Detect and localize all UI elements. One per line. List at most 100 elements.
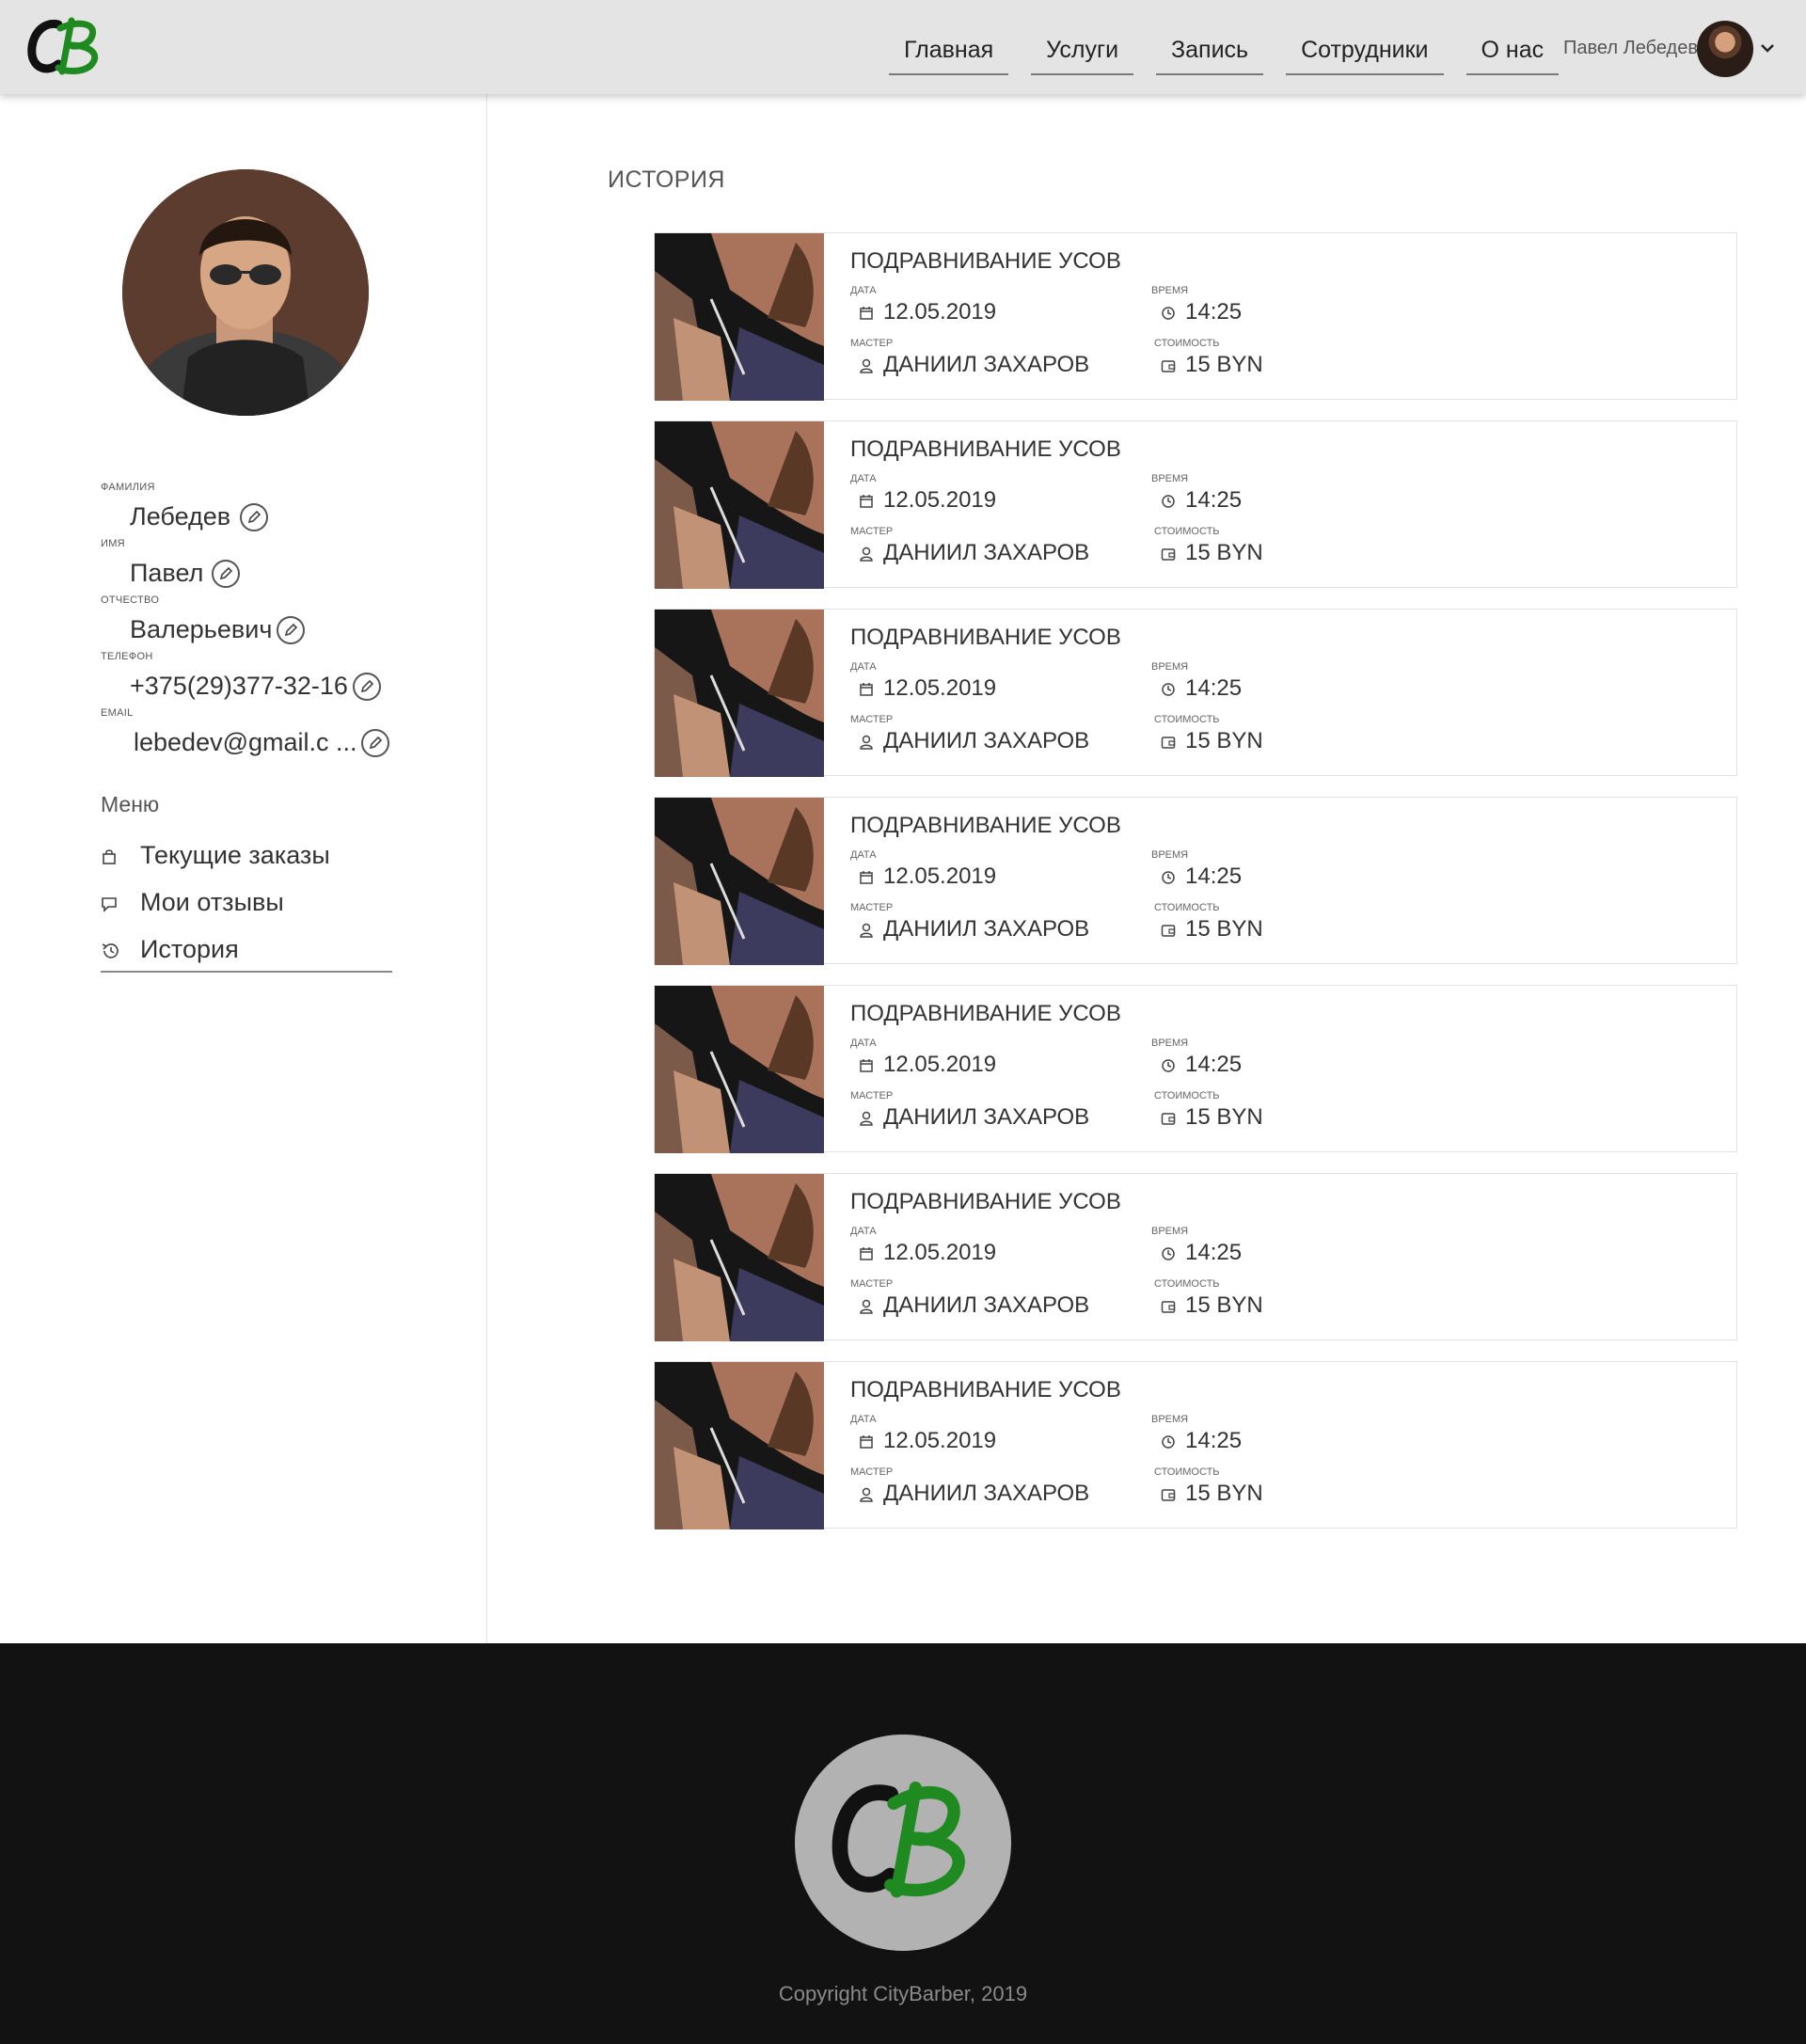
edit-email-button[interactable]: [361, 729, 389, 757]
clock-icon: [1162, 307, 1175, 320]
date-label: ДАТА: [850, 1414, 877, 1425]
order-date: 12.05.2019: [883, 864, 997, 889]
calendar-icon: [860, 1059, 873, 1072]
service-name: ПОДРАВНИВАНИЕ УСОВ: [850, 813, 1121, 838]
surname-value: Лебедев: [130, 502, 231, 531]
master-name: ДАНИИЛ ЗАХАРОВ: [883, 352, 1090, 377]
email-label: Email: [101, 707, 134, 719]
price-label: СТОИМОСТЬ: [1154, 714, 1220, 725]
service-photo: [655, 610, 824, 777]
date-label: ДАТА: [850, 1038, 877, 1049]
time-label: ВРЕМЯ: [1151, 285, 1189, 296]
price-label: СТОИМОСТЬ: [1154, 902, 1220, 913]
order-time: 14:25: [1185, 1052, 1243, 1077]
edit-surname-button[interactable]: [240, 503, 268, 531]
wallet-icon: [1161, 1489, 1176, 1501]
wallet-icon: [1161, 360, 1176, 372]
master-label: МАСТЕР: [850, 1278, 894, 1290]
calendar-icon: [860, 1435, 873, 1449]
order-date: 12.05.2019: [883, 299, 997, 325]
time-label: ВРЕМЯ: [1151, 661, 1189, 673]
menu-history[interactable]: История: [101, 933, 392, 973]
service-name: ПОДРАВНИВАНИЕ УСОВ: [850, 1189, 1121, 1214]
edit-name-button[interactable]: [212, 560, 240, 588]
master-name: ДАНИИЛ ЗАХАРОВ: [883, 916, 1090, 942]
top-header: Главная Услуги Запись Сотрудники О нас П…: [0, 0, 1806, 94]
header-user-name[interactable]: Павел Лебедев: [1563, 38, 1698, 59]
service-name: ПОДРАВНИВАНИЕ УСОВ: [850, 1377, 1121, 1402]
order-date: 12.05.2019: [883, 487, 997, 513]
price-label: СТОИМОСТЬ: [1154, 338, 1220, 349]
order-time: 14:25: [1185, 675, 1243, 701]
date-label: ДАТА: [850, 661, 877, 673]
user-icon: [860, 1487, 873, 1502]
master-label: МАСТЕР: [850, 902, 894, 913]
order-time: 14:25: [1185, 864, 1243, 889]
nav-staff[interactable]: Сотрудники: [1286, 28, 1444, 75]
logo[interactable]: [23, 13, 113, 81]
history-card[interactable]: ПОДРАВНИВАНИЕ УСОВ ДАТА 12.05.2019 ВРЕМЯ…: [654, 609, 1737, 777]
service-photo: [655, 798, 824, 965]
edit-patronymic-button[interactable]: [277, 616, 305, 644]
master-label: МАСТЕР: [850, 714, 894, 725]
menu-current-orders[interactable]: Текущие заказы: [101, 839, 392, 877]
order-date: 12.05.2019: [883, 1052, 997, 1077]
menu-history-label: История: [140, 935, 239, 963]
order-date: 12.05.2019: [883, 1240, 997, 1265]
calendar-icon: [860, 871, 873, 884]
master-name: ДАНИИЛ ЗАХАРОВ: [883, 1481, 1090, 1506]
history-card[interactable]: ПОДРАВНИВАНИЕ УСОВ ДАТА 12.05.2019 ВРЕМЯ…: [654, 1173, 1737, 1341]
service-photo: [655, 986, 824, 1153]
clock-icon: [1162, 871, 1175, 884]
history-card[interactable]: ПОДРАВНИВАНИЕ УСОВ ДАТА 12.05.2019 ВРЕМЯ…: [654, 232, 1737, 401]
history-card[interactable]: ПОДРАВНИВАНИЕ УСОВ ДАТА 12.05.2019 ВРЕМЯ…: [654, 797, 1737, 965]
header-avatar[interactable]: [1697, 21, 1753, 77]
price-label: СТОИМОСТЬ: [1154, 526, 1220, 537]
service-name: ПОДРАВНИВАНИЕ УСОВ: [850, 248, 1121, 274]
date-label: ДАТА: [850, 1226, 877, 1237]
order-time: 14:25: [1185, 299, 1243, 325]
order-date: 12.05.2019: [883, 1428, 997, 1453]
order-price: 15 BYN: [1185, 540, 1263, 565]
service-photo: [655, 1174, 824, 1341]
edit-phone-button[interactable]: [353, 673, 381, 701]
price-label: СТОИМОСТЬ: [1154, 1278, 1220, 1290]
patronymic-value: Валерьевич: [130, 615, 273, 643]
order-price: 15 BYN: [1185, 1104, 1263, 1130]
footer-logo: [795, 1735, 1011, 1951]
history-card[interactable]: ПОДРАВНИВАНИЕ УСОВ ДАТА 12.05.2019 ВРЕМЯ…: [654, 1361, 1737, 1529]
price-label: СТОИМОСТЬ: [1154, 1466, 1220, 1478]
nav-services[interactable]: Услуги: [1031, 28, 1134, 75]
master-label: МАСТЕР: [850, 338, 894, 349]
price-label: СТОИМОСТЬ: [1154, 1090, 1220, 1101]
chevron-down-icon[interactable]: [1759, 41, 1776, 55]
user-icon: [860, 1299, 873, 1314]
clock-icon: [1162, 495, 1175, 508]
wallet-icon: [1161, 1113, 1176, 1125]
history-card[interactable]: ПОДРАВНИВАНИЕ УСОВ ДАТА 12.05.2019 ВРЕМЯ…: [654, 985, 1737, 1153]
master-name: ДАНИИЛ ЗАХАРОВ: [883, 540, 1090, 565]
nav-home[interactable]: Главная: [889, 28, 1009, 75]
service-name: ПОДРАВНИВАНИЕ УСОВ: [850, 436, 1121, 462]
nav-booking[interactable]: Запись: [1156, 28, 1264, 75]
master-name: ДАНИИЛ ЗАХАРОВ: [883, 1104, 1090, 1130]
wallet-icon: [1161, 737, 1176, 749]
user-icon: [860, 358, 873, 373]
pencil-icon: [284, 623, 298, 637]
order-price: 15 BYN: [1185, 1292, 1263, 1318]
history-title: ИСТОРИЯ: [608, 166, 725, 193]
user-icon: [860, 735, 873, 750]
pencil-icon: [369, 736, 383, 750]
phone-label: Телефон: [101, 651, 153, 662]
order-time: 14:25: [1185, 487, 1243, 513]
main-nav: Главная Услуги Запись Сотрудники О нас: [889, 28, 1581, 75]
profile-avatar: [122, 169, 369, 416]
menu-my-reviews[interactable]: Мои отзывы: [101, 886, 392, 924]
history-card[interactable]: ПОДРАВНИВАНИЕ УСОВ ДАТА 12.05.2019 ВРЕМЯ…: [654, 420, 1737, 589]
master-name: ДАНИИЛ ЗАХАРОВ: [883, 1292, 1090, 1318]
pencil-icon: [247, 510, 261, 524]
nav-about[interactable]: О нас: [1465, 28, 1560, 75]
wallet-icon: [1161, 1301, 1176, 1313]
master-label: МАСТЕР: [850, 526, 894, 537]
user-icon: [860, 923, 873, 938]
